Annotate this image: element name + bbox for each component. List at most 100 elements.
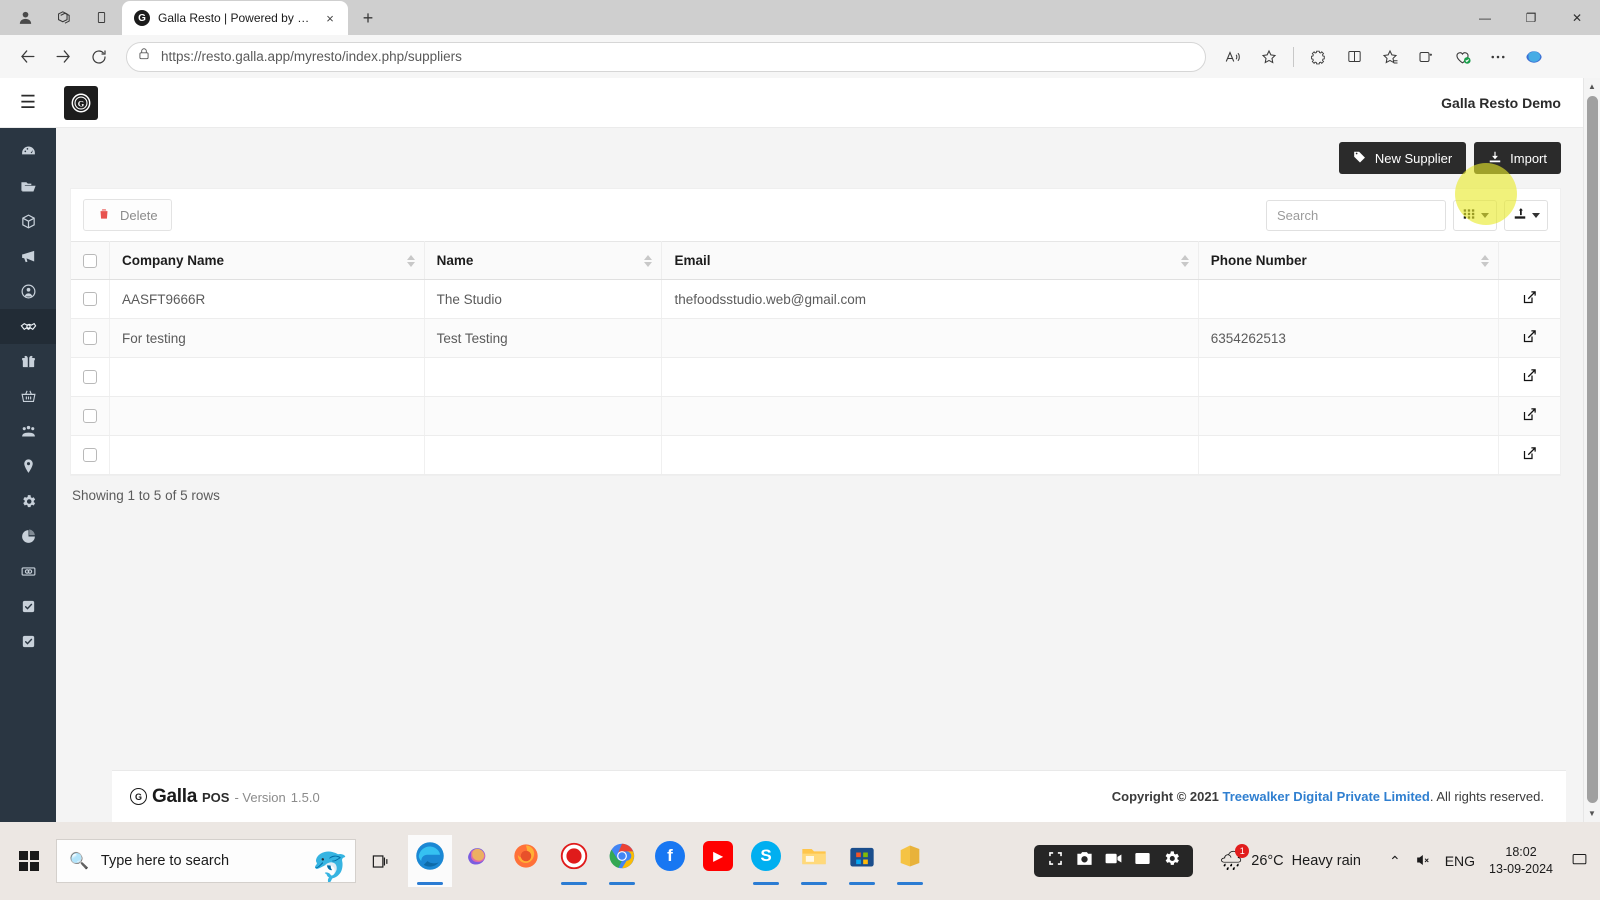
read-aloud-icon[interactable] — [1216, 40, 1250, 74]
edit-icon[interactable] — [1522, 329, 1537, 347]
window-icon[interactable] — [1133, 849, 1152, 873]
sidebar-item-locations[interactable] — [0, 449, 56, 484]
copilot-icon[interactable] — [1517, 40, 1551, 74]
page-scrollbar[interactable]: ▲ ▼ — [1583, 78, 1600, 822]
taskbar-app-skype[interactable]: S — [744, 835, 788, 887]
tab-actions-icon[interactable] — [84, 3, 118, 33]
workspaces-icon[interactable] — [46, 3, 80, 33]
columns-dropdown-button[interactable] — [1453, 199, 1497, 231]
company-link[interactable]: Treewalker Digital Private Limited — [1222, 789, 1429, 804]
row-checkbox[interactable] — [83, 409, 97, 423]
screenshot-icon[interactable] — [1046, 849, 1065, 873]
taskbar-app-microsoft-edge[interactable] — [408, 835, 452, 887]
volume-muted-icon[interactable] — [1415, 852, 1431, 871]
sidebar-item-tasks[interactable] — [0, 589, 56, 624]
sidebar-item-approvals[interactable] — [0, 624, 56, 659]
sidebar-item-gifts[interactable] — [0, 344, 56, 379]
edit-icon[interactable] — [1522, 368, 1537, 386]
sidebar-item-suppliers[interactable] — [0, 309, 56, 344]
sidebar-item-dashboard[interactable] — [0, 134, 56, 169]
export-dropdown-button[interactable] — [1504, 199, 1548, 231]
favorite-star-icon[interactable] — [1252, 40, 1286, 74]
settings-gear-icon[interactable] — [1162, 849, 1181, 873]
sidebar-item-customers[interactable] — [0, 274, 56, 309]
scroll-down-arrow-icon[interactable]: ▼ — [1584, 805, 1600, 822]
sidebar-item-reports[interactable] — [0, 519, 56, 554]
table-row[interactable] — [71, 357, 1560, 397]
table-row[interactable] — [71, 435, 1560, 475]
scroll-up-arrow-icon[interactable]: ▲ — [1584, 78, 1600, 95]
window-close-button[interactable]: ✕ — [1554, 0, 1600, 35]
video-camera-icon[interactable] — [1104, 849, 1123, 873]
taskbar-app-screen-recorder[interactable] — [552, 835, 596, 887]
window-minimize-button[interactable]: — — [1462, 0, 1508, 35]
split-screen-icon[interactable] — [1337, 40, 1371, 74]
sidebar-item-orders[interactable] — [0, 379, 56, 414]
sidebar-item-products[interactable] — [0, 204, 56, 239]
record-icon — [559, 841, 589, 871]
collections-icon[interactable] — [1373, 40, 1407, 74]
table-row[interactable]: For testing Test Testing 6354262513 — [71, 318, 1560, 358]
column-header-email[interactable]: Email — [661, 241, 1199, 280]
taskbar-weather[interactable]: 🌧 1 26°C Heavy rain — [1219, 844, 1361, 873]
forward-icon[interactable] — [46, 40, 80, 74]
scrollbar-thumb[interactable] — [1587, 96, 1598, 803]
tab-close-icon[interactable]: × — [320, 8, 340, 28]
taskbar-app-youtube[interactable]: ▶ — [696, 835, 740, 887]
address-bar[interactable]: https://resto.galla.app/myresto/index.ph… — [126, 41, 1206, 72]
start-button[interactable] — [4, 839, 54, 883]
row-checkbox[interactable] — [83, 448, 97, 462]
new-supplier-button[interactable]: New Supplier — [1338, 142, 1467, 174]
table-row[interactable]: AASFT9666R The Studio thefoodsstudio.web@g… — [71, 279, 1560, 319]
profile-avatar-icon[interactable] — [8, 3, 42, 33]
sort-icon[interactable] — [1480, 254, 1489, 267]
search-input[interactable] — [1266, 199, 1446, 231]
browser-essentials-icon[interactable] — [1409, 40, 1443, 74]
taskbar-app-microsoft-store[interactable] — [840, 835, 884, 887]
sidebar-item-settings[interactable] — [0, 484, 56, 519]
taskbar-app-copilot[interactable] — [456, 835, 500, 887]
taskbar-app-office[interactable] — [888, 835, 932, 887]
import-button[interactable]: Import — [1474, 142, 1561, 174]
select-all-checkbox[interactable] — [83, 253, 97, 268]
more-options-icon[interactable] — [1481, 40, 1515, 74]
camera-icon[interactable] — [1075, 849, 1094, 873]
taskbar-app-google-chrome[interactable] — [600, 835, 644, 887]
back-icon[interactable] — [10, 40, 44, 74]
row-checkbox[interactable] — [83, 292, 97, 306]
sidebar-item-staff[interactable] — [0, 414, 56, 449]
new-tab-button[interactable]: + — [354, 4, 382, 32]
sidebar-item-promotions[interactable] — [0, 239, 56, 274]
taskbar-app-firefox[interactable] — [504, 835, 548, 887]
performance-heart-icon[interactable] — [1445, 40, 1479, 74]
recorder-toolbar[interactable] — [1034, 845, 1194, 877]
column-header-company-name[interactable]: Company Name — [109, 241, 425, 280]
extensions-icon[interactable] — [1301, 40, 1335, 74]
taskbar-app-facebook[interactable]: f — [648, 835, 692, 887]
show-hidden-icons-chevron[interactable]: ⌃ — [1389, 853, 1401, 870]
edit-icon[interactable] — [1522, 290, 1537, 308]
refresh-icon[interactable] — [82, 40, 116, 74]
sort-icon[interactable] — [406, 254, 415, 267]
sort-icon[interactable] — [1180, 254, 1189, 267]
taskbar-app-file-explorer[interactable] — [792, 835, 836, 887]
column-header-name[interactable]: Name — [424, 241, 663, 280]
table-row[interactable] — [71, 396, 1560, 436]
delete-button[interactable]: Delete — [83, 199, 172, 231]
row-checkbox[interactable] — [83, 331, 97, 345]
language-indicator[interactable]: ENG — [1445, 853, 1475, 869]
task-view-button[interactable] — [358, 839, 402, 883]
column-header-phone-number[interactable]: Phone Number — [1198, 241, 1499, 280]
sidebar-item-payments[interactable] — [0, 554, 56, 589]
row-checkbox[interactable] — [83, 370, 97, 384]
menu-toggle-icon[interactable]: ☰ — [0, 78, 56, 128]
edit-icon[interactable] — [1522, 446, 1537, 464]
taskbar-clock[interactable]: 18:02 13-09-2024 — [1489, 844, 1553, 878]
notification-center-icon[interactable] — [1571, 851, 1588, 872]
edit-icon[interactable] — [1522, 407, 1537, 425]
sort-icon[interactable] — [644, 254, 653, 267]
sidebar-item-catalog[interactable] — [0, 169, 56, 204]
taskbar-search[interactable]: 🔍 Type here to search 🐬 — [56, 839, 356, 883]
window-maximize-button[interactable]: ❐ — [1508, 0, 1554, 35]
browser-tab[interactable]: G Galla Resto | Powered by Galla × — [122, 1, 348, 35]
